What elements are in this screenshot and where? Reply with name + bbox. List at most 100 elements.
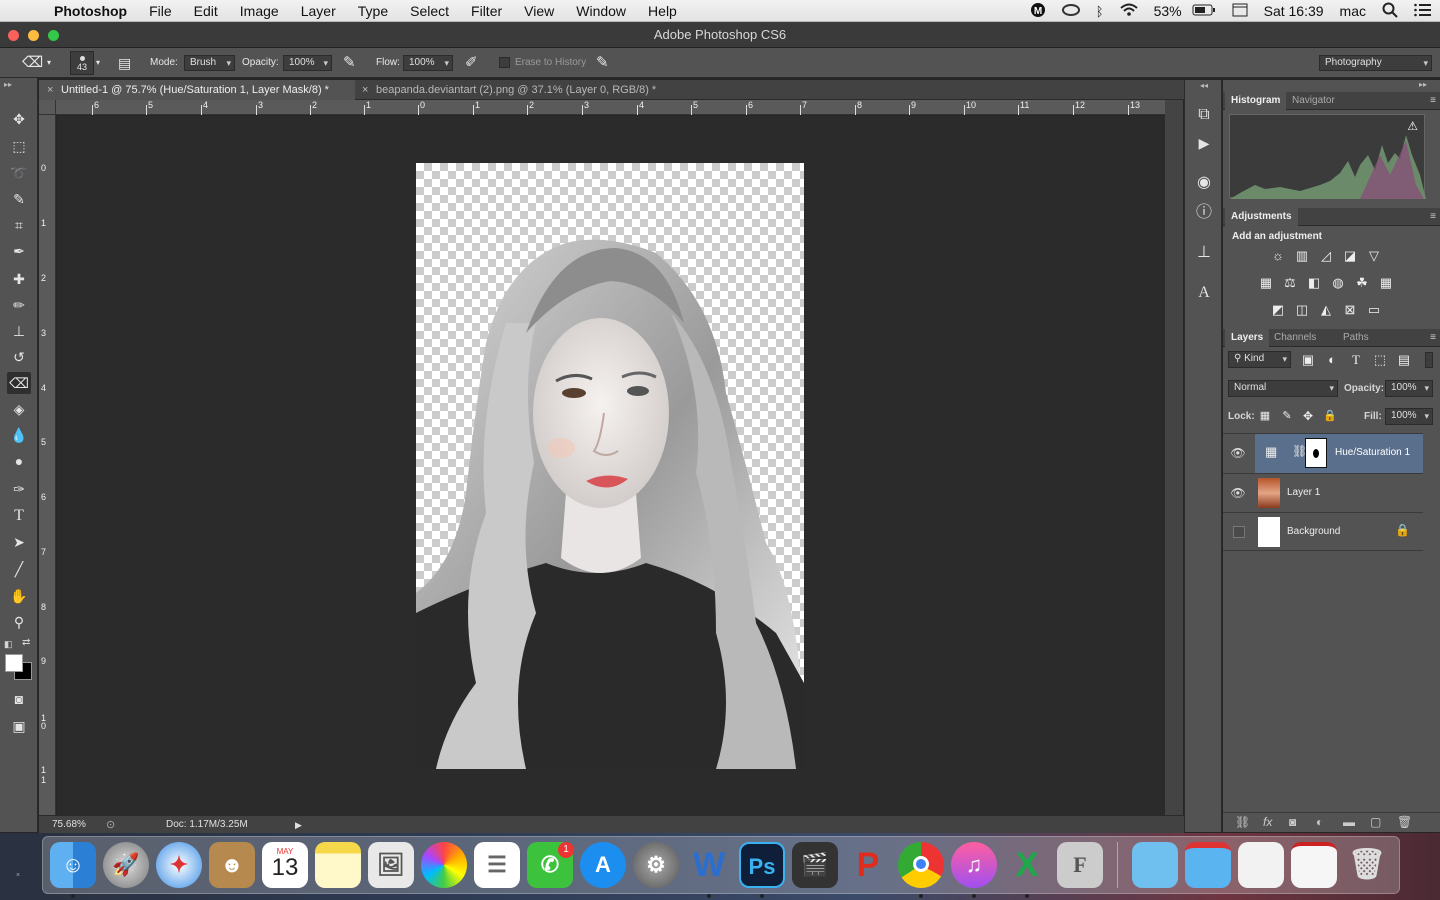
selective-color-icon[interactable]: ⊠: [1341, 302, 1359, 318]
character-panel-icon[interactable]: A: [1193, 282, 1215, 304]
layer-name[interactable]: Hue/Saturation 1: [1335, 447, 1410, 458]
tab-channels[interactable]: Channels: [1268, 329, 1322, 347]
default-colors-icon[interactable]: ◧: [4, 639, 13, 650]
blur-tool-icon[interactable]: 💧: [7, 424, 31, 446]
filter-pixel-icon[interactable]: ▣: [1299, 352, 1317, 368]
swap-colors-icon[interactable]: ⇄: [22, 637, 30, 648]
word-icon[interactable]: W: [686, 842, 732, 888]
pen-tool-icon[interactable]: ✑: [7, 478, 31, 500]
color-lookup-icon[interactable]: ▦: [1377, 275, 1395, 291]
zoom-window-button[interactable]: [48, 30, 59, 41]
visibility-empty-box[interactable]: [1233, 526, 1245, 538]
dodge-tool-icon[interactable]: ●: [7, 450, 31, 472]
quick-mask-icon[interactable]: ◙: [7, 688, 31, 710]
final-cut-icon[interactable]: 🎬: [792, 842, 838, 888]
fill-input[interactable]: 100%: [1385, 408, 1433, 425]
vibrance-icon[interactable]: ▽: [1365, 248, 1383, 264]
calendar-menu-icon[interactable]: [1224, 3, 1256, 20]
lasso-tool-icon[interactable]: ➰: [7, 162, 31, 184]
airbrush-icon[interactable]: ✐: [465, 48, 478, 78]
workspace-select[interactable]: Photography: [1319, 55, 1432, 71]
brush-panel-toggle-icon[interactable]: ▤: [118, 48, 131, 78]
flow-input[interactable]: 100%: [403, 55, 453, 71]
channel-mixer-icon[interactable]: ☘: [1353, 275, 1371, 291]
notification-center-icon[interactable]: [1406, 3, 1440, 20]
layer-row-background[interactable]: Background 🔒: [1223, 512, 1423, 551]
contacts-icon[interactable]: ☻: [209, 842, 255, 888]
history-brush-tool-icon[interactable]: ↺: [7, 346, 31, 368]
erase-history-checkbox[interactable]: [499, 57, 510, 68]
itunes-icon[interactable]: ♫: [951, 842, 997, 888]
document-stack-icon[interactable]: [1291, 842, 1337, 888]
brightness-contrast-icon[interactable]: ☼: [1269, 248, 1287, 264]
bluetooth-icon[interactable]: ᛒ: [1088, 4, 1112, 19]
threshold-icon[interactable]: ◭: [1317, 302, 1335, 318]
eraser-tool-preset-icon[interactable]: ⌫: [22, 48, 43, 78]
menu-select[interactable]: Select: [399, 0, 460, 22]
minimize-window-button[interactable]: [28, 30, 39, 41]
vertical-scrollbar[interactable]: [1165, 100, 1183, 815]
link-layers-icon[interactable]: ⛓: [1235, 815, 1250, 829]
layer-opacity-input[interactable]: 100%: [1385, 380, 1433, 397]
lock-all-icon[interactable]: 🔒: [1321, 408, 1339, 424]
lock-position-icon[interactable]: ✥: [1299, 408, 1317, 424]
menu-window[interactable]: Window: [565, 0, 637, 22]
system-preferences-icon[interactable]: ⚙: [633, 842, 679, 888]
font-book-icon[interactable]: F: [1057, 842, 1103, 888]
move-tool-icon[interactable]: ✥: [7, 108, 31, 130]
black-white-icon[interactable]: ◧: [1305, 275, 1323, 291]
wifi-icon[interactable]: [1112, 3, 1146, 20]
new-layer-icon[interactable]: ▢: [1370, 815, 1381, 829]
quick-selection-tool-icon[interactable]: ✎: [7, 188, 31, 210]
fx-icon[interactable]: fx: [1263, 815, 1272, 829]
folder-red-icon[interactable]: [1185, 842, 1231, 888]
screenshot-stack-icon[interactable]: [1238, 842, 1284, 888]
vertical-ruler[interactable]: 01234567891011: [39, 115, 56, 815]
menu-file[interactable]: File: [138, 0, 183, 22]
crop-tool-icon[interactable]: ⌗: [7, 214, 31, 236]
tab-paths[interactable]: Paths: [1337, 329, 1375, 347]
history-panel-icon[interactable]: ⧉: [1193, 104, 1215, 126]
collapse-toolbox-icon[interactable]: ▸▸: [4, 80, 12, 89]
ruler-origin[interactable]: [39, 100, 56, 115]
cloud-icon[interactable]: [1054, 3, 1088, 20]
folder-icon[interactable]: [1132, 842, 1178, 888]
zoom-level[interactable]: 75.68%: [52, 816, 86, 834]
menu-view[interactable]: View: [513, 0, 565, 22]
paint-bucket-tool-icon[interactable]: ◈: [7, 398, 31, 420]
photos-icon[interactable]: [421, 842, 467, 888]
menu-app-name[interactable]: Photoshop: [46, 0, 138, 22]
filter-shape-icon[interactable]: ⬚: [1371, 352, 1389, 368]
close-tab-icon[interactable]: ×: [362, 80, 368, 100]
tab-navigator[interactable]: Navigator: [1286, 92, 1341, 110]
opacity-input[interactable]: 100%: [283, 55, 332, 71]
pressure-size-icon[interactable]: ✎: [596, 48, 609, 78]
visibility-eye-icon[interactable]: 👁: [1227, 474, 1249, 512]
levels-icon[interactable]: ▥: [1293, 248, 1311, 264]
close-window-button[interactable]: [8, 30, 19, 41]
foreground-color-swatch[interactable]: [5, 654, 23, 672]
healing-brush-tool-icon[interactable]: ✚: [7, 268, 31, 290]
brush-tool-icon[interactable]: ✏: [7, 294, 31, 316]
trash-icon[interactable]: 🗑: [1344, 842, 1390, 888]
battery-icon[interactable]: [1184, 3, 1224, 19]
menu-image[interactable]: Image: [229, 0, 290, 22]
status-export-icon[interactable]: ⊙: [106, 816, 115, 834]
chrome-icon[interactable]: [898, 842, 944, 888]
exposure-icon[interactable]: ◪: [1341, 248, 1359, 264]
layer-mask-thumbnail[interactable]: [1305, 438, 1327, 468]
clock-text[interactable]: Sat 16:39: [1256, 3, 1332, 19]
layer-row-layer-1[interactable]: 👁 Layer 1: [1223, 473, 1423, 512]
properties-panel-icon[interactable]: ◉: [1193, 172, 1215, 194]
filter-smart-object-icon[interactable]: ▤: [1395, 352, 1413, 368]
curves-icon[interactable]: ◿: [1317, 248, 1335, 264]
actions-panel-icon[interactable]: ▶: [1193, 132, 1215, 154]
filter-adjustment-icon[interactable]: ◐: [1323, 352, 1341, 368]
warning-icon[interactable]: ⚠: [1407, 119, 1418, 133]
new-adjustment-icon[interactable]: ◐: [1316, 815, 1323, 829]
screen-mode-icon[interactable]: ▣: [7, 715, 31, 737]
notes-icon[interactable]: [315, 842, 361, 888]
new-group-icon[interactable]: ▬: [1343, 815, 1355, 829]
layer-name[interactable]: Layer 1: [1287, 487, 1320, 498]
pressure-opacity-icon[interactable]: ✎: [343, 48, 356, 78]
